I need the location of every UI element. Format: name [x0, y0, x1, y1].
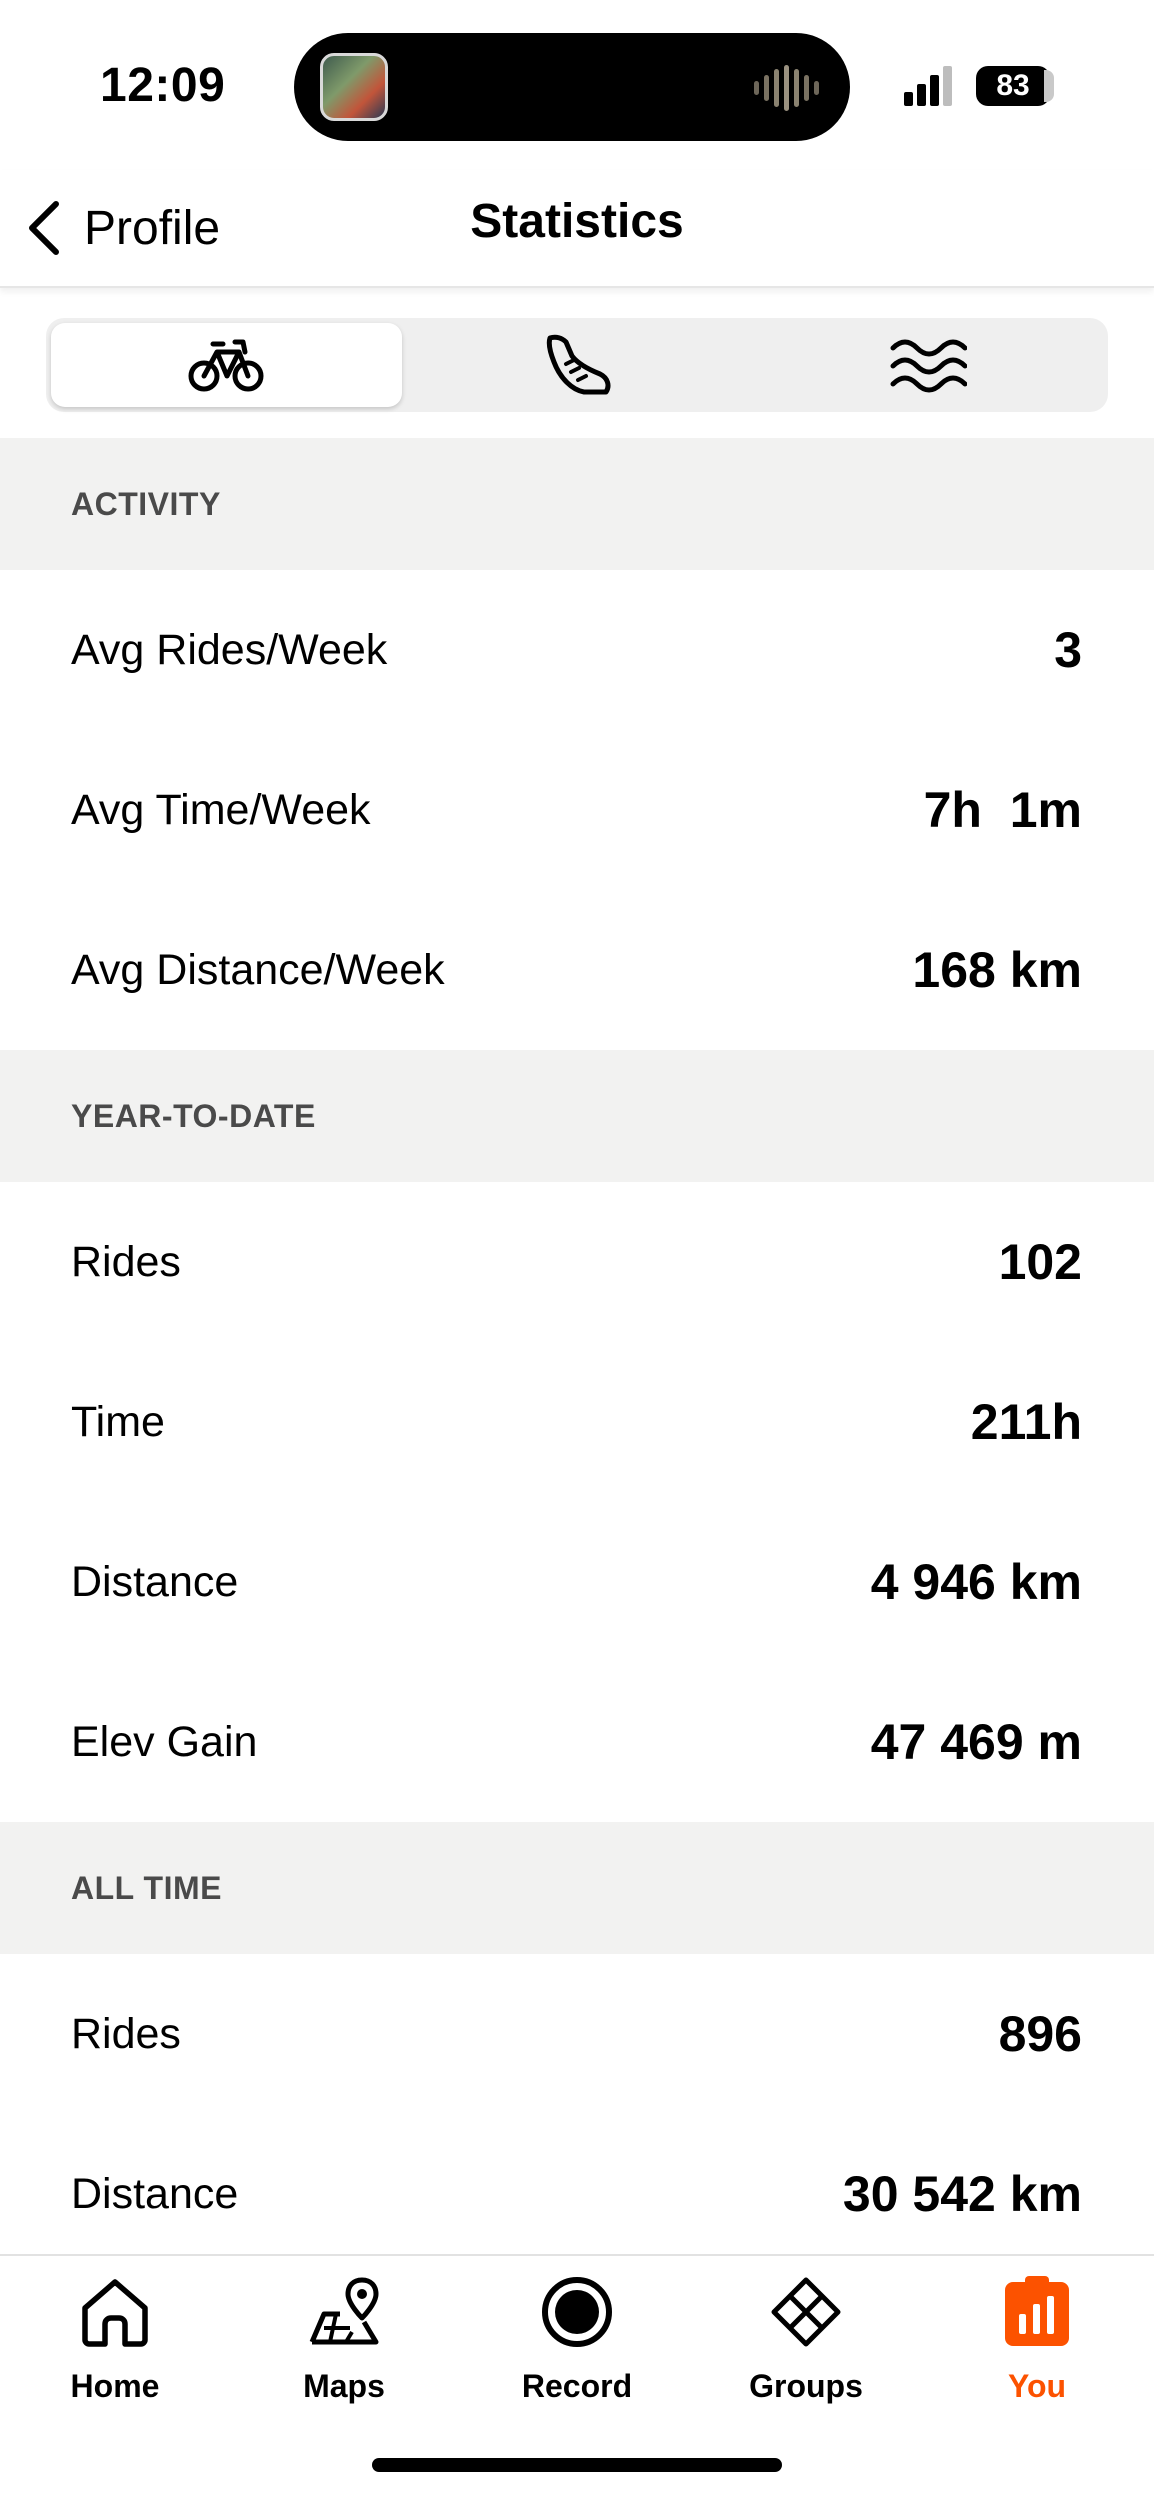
- stat-label: Elev Gain: [71, 1717, 258, 1766]
- tab-label: You: [1007, 2368, 1067, 2404]
- stat-row: Elev Gain 47 469 m: [0, 1662, 1154, 1822]
- sport-type-selector: [46, 318, 1108, 412]
- section-header-year-to-date: YEAR-TO-DATE: [0, 1050, 1154, 1182]
- maps-icon: [309, 2277, 379, 2345]
- stat-value: 7h 1m: [923, 782, 1082, 838]
- stat-label: Rides: [71, 2009, 181, 2058]
- stat-row: Distance 30 542 km: [0, 2114, 1154, 2274]
- stat-value: 30 542 km: [842, 2166, 1082, 2222]
- stat-row: Distance 4 946 km: [0, 1502, 1154, 1662]
- back-label: Profile: [84, 201, 221, 255]
- app-screen: 12:09 83 Profile Statistics ACTIVITY Avg…: [0, 0, 1154, 2500]
- now-playing-artwork: [320, 53, 388, 121]
- nav-header: Profile Statistics: [0, 170, 1154, 288]
- tab-ride[interactable]: [51, 323, 402, 407]
- bike-icon: [188, 339, 264, 392]
- stat-label: Distance: [71, 2169, 239, 2218]
- run-shoe-icon: [546, 334, 611, 395]
- stat-row: Time 211h: [0, 1342, 1154, 1502]
- stat-row: Rides 896: [0, 1954, 1154, 2114]
- swim-waves-icon: [890, 339, 967, 393]
- tab-groups[interactable]: Groups: [716, 2274, 896, 2444]
- stat-label: Distance: [71, 1557, 239, 1606]
- cellular-signal-icon: [904, 66, 952, 106]
- section-header-activity: ACTIVITY: [0, 438, 1154, 570]
- stat-row: Rides 102: [0, 1182, 1154, 1342]
- battery-cap: [1044, 70, 1054, 102]
- stat-value: 4 946 km: [870, 1554, 1082, 1610]
- tab-label: Record: [521, 2368, 633, 2404]
- tab-label: Maps: [303, 2368, 385, 2404]
- back-button[interactable]: Profile: [20, 188, 220, 268]
- statistics-list: ACTIVITY Avg Rides/Week 3 Avg Time/Week …: [0, 438, 1154, 2274]
- tab-label: Groups: [749, 2368, 863, 2404]
- home-icon: [82, 2279, 148, 2347]
- tab-maps[interactable]: Maps: [254, 2274, 434, 2444]
- tab-record[interactable]: Record: [487, 2274, 667, 2444]
- stat-value: 168 km: [912, 942, 1082, 998]
- stat-label: Avg Rides/Week: [71, 625, 388, 674]
- tab-label: Home: [70, 2368, 160, 2404]
- tab-you[interactable]: You: [947, 2274, 1127, 2444]
- section-header-all-time: ALL TIME: [0, 1822, 1154, 1954]
- record-icon: [542, 2277, 612, 2347]
- battery-icon: 83: [976, 66, 1050, 106]
- stat-row: Avg Time/Week 7h 1m: [0, 730, 1154, 890]
- stat-value: 3: [1054, 622, 1082, 678]
- tab-run[interactable]: [402, 323, 753, 407]
- stat-label: Avg Distance/Week: [71, 945, 445, 994]
- status-bar: 12:09 83: [0, 0, 1154, 170]
- dynamic-island[interactable]: [294, 33, 850, 141]
- stat-row: Avg Rides/Week 3: [0, 570, 1154, 730]
- stat-value: 47 469 m: [870, 1714, 1082, 1770]
- stat-label: Time: [71, 1397, 165, 1446]
- tab-home[interactable]: Home: [25, 2274, 205, 2444]
- chevron-left-icon: [29, 201, 59, 255]
- tab-swim[interactable]: [752, 323, 1103, 407]
- stat-label: Avg Time/Week: [71, 785, 371, 834]
- you-icon: [1005, 2276, 1069, 2346]
- stat-value: 211h: [970, 1394, 1082, 1450]
- status-time: 12:09: [100, 59, 226, 112]
- stat-row: Avg Distance/Week 168 km: [0, 890, 1154, 1050]
- audio-wave-icon: [754, 65, 819, 111]
- stat-value: 896: [998, 2006, 1082, 2062]
- home-indicator[interactable]: [372, 2458, 782, 2472]
- stat-label: Rides: [71, 1237, 181, 1286]
- stat-value: 102: [998, 1234, 1082, 1290]
- groups-icon: [771, 2277, 841, 2347]
